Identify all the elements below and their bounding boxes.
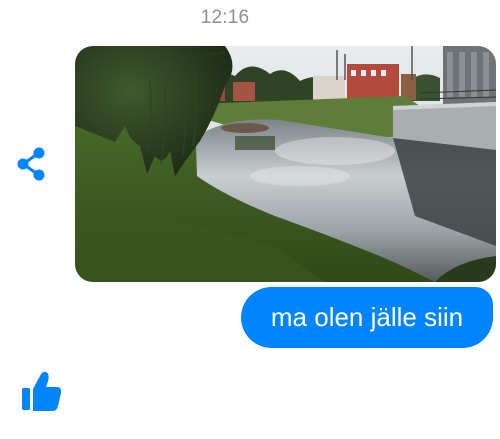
share-button[interactable] xyxy=(14,146,50,182)
message-timestamp: 12:16 xyxy=(200,7,250,28)
photo-image xyxy=(75,46,496,282)
photo-message[interactable] xyxy=(75,46,496,282)
like-button[interactable] xyxy=(19,368,63,414)
share-icon xyxy=(17,147,45,181)
thumbs-up-icon xyxy=(22,371,62,411)
outgoing-message-bubble[interactable]: ma olen jälle siin xyxy=(241,287,493,348)
chat-thread: 12:16 ma olen jälle siin xyxy=(0,0,500,439)
